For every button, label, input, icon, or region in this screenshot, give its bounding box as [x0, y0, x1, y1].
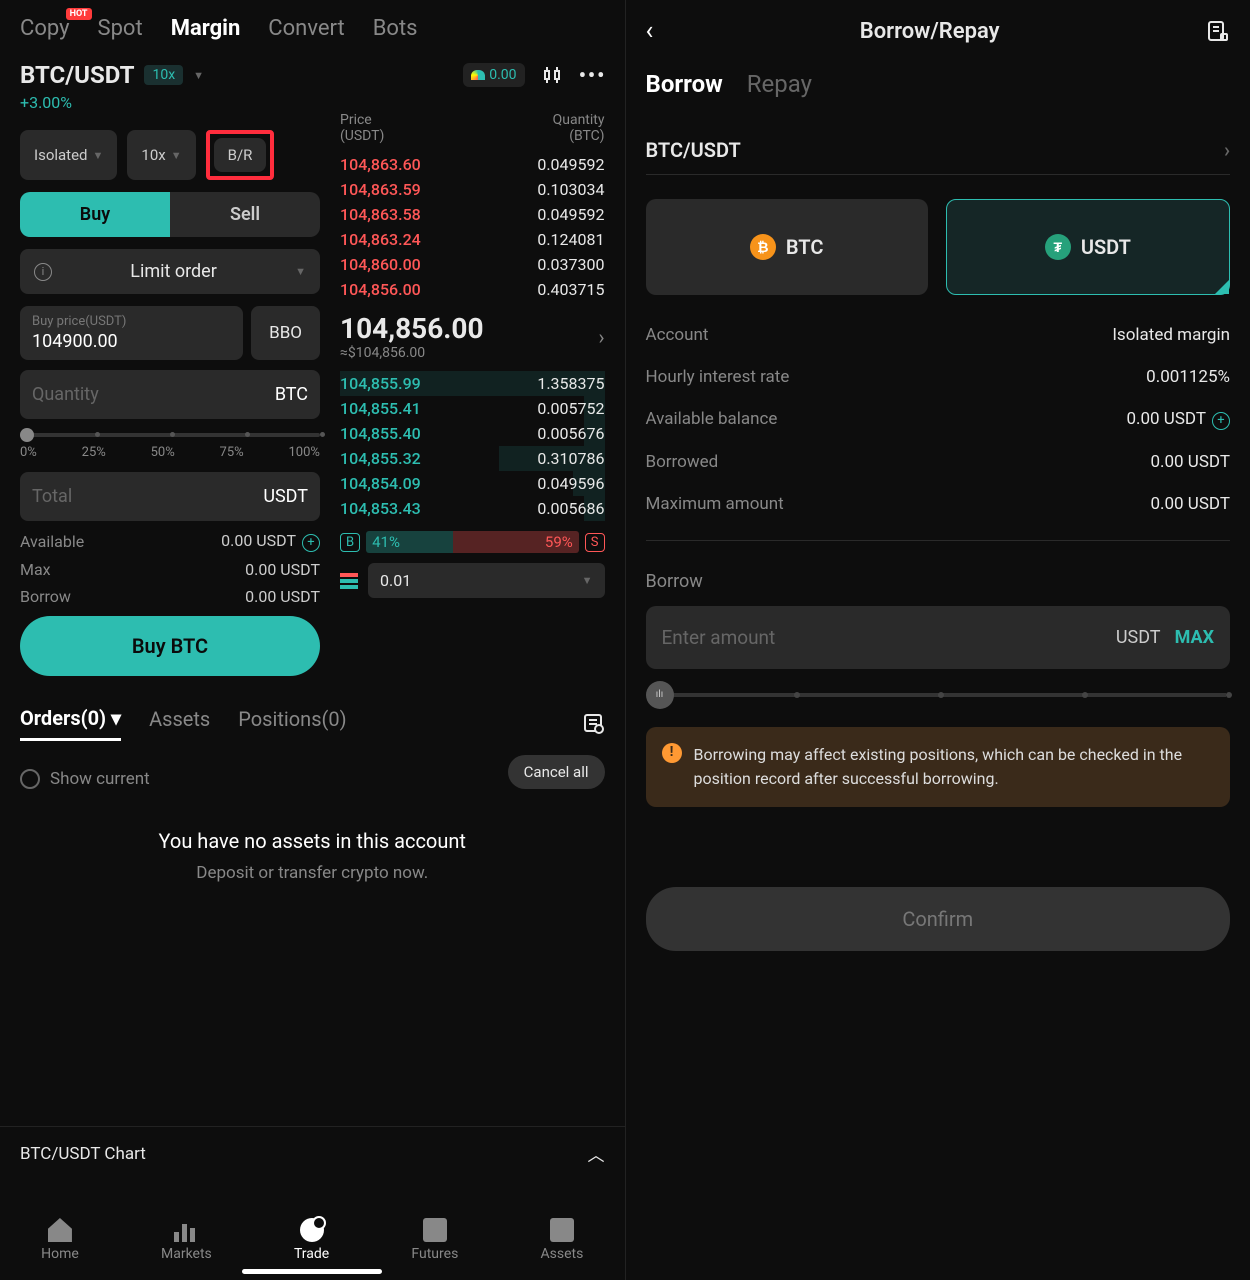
empty-state: You have no assets in this account Depos…: [20, 829, 605, 883]
positions-tab[interactable]: Positions(0): [238, 707, 346, 739]
nav-home[interactable]: Home: [41, 1218, 79, 1262]
amount-slider[interactable]: ılı: [650, 693, 1227, 697]
pair-name[interactable]: BTC/USDT: [20, 61, 134, 89]
pair-selector[interactable]: BTC/USDT ›: [646, 126, 1231, 175]
max-label: Max: [20, 560, 51, 579]
back-button[interactable]: ‹: [646, 16, 654, 46]
leverage-badge: 10x: [144, 65, 183, 85]
account-label: Account: [646, 325, 709, 345]
show-current-toggle[interactable]: Show current: [20, 769, 150, 789]
orderbook-ask-row[interactable]: 104,863.600.049592: [340, 152, 605, 177]
chevron-right-icon: ›: [1224, 138, 1230, 162]
hot-badge: HOT: [66, 8, 92, 20]
bbo-button[interactable]: BBO: [251, 306, 320, 360]
nav-assets[interactable]: Assets: [541, 1218, 584, 1262]
orderbook-bid-row[interactable]: 104,853.430.005686: [340, 496, 605, 521]
add-funds-icon[interactable]: +: [302, 534, 320, 552]
orderbook-bid-row[interactable]: 104,855.991.358375: [340, 371, 605, 396]
total-input[interactable]: Total USDT: [20, 472, 320, 521]
add-balance-icon[interactable]: +: [1212, 412, 1230, 430]
sell-tab[interactable]: Sell: [170, 192, 320, 237]
maximum-value: 0.00 USDT: [1150, 494, 1230, 514]
confirm-button[interactable]: Confirm: [646, 887, 1231, 951]
orderbook-layout-icon[interactable]: [340, 573, 358, 589]
precision-selector[interactable]: 0.01▼: [368, 563, 605, 598]
nav-spot[interactable]: Spot: [98, 16, 143, 41]
order-type-selector[interactable]: i Limit order ▼: [20, 249, 320, 294]
borrowed-value: 0.00 USDT: [1150, 452, 1230, 472]
price-input[interactable]: Buy price(USDT) 104900.00: [20, 306, 243, 360]
pair-change: +3.00%: [20, 93, 605, 112]
borrow-tab[interactable]: Borrow: [646, 70, 723, 98]
btc-asset-card[interactable]: ₿BTC: [646, 199, 928, 295]
available-label: Available: [20, 532, 84, 551]
orderbook-ask-row[interactable]: 104,863.580.049592: [340, 202, 605, 227]
available-balance-value: 0.00 USDT: [1126, 409, 1206, 429]
leverage-selector[interactable]: 10x ▼: [127, 130, 195, 180]
info-icon: i: [34, 263, 52, 281]
nav-bots[interactable]: Bots: [373, 16, 418, 41]
nav-markets[interactable]: Markets: [161, 1218, 212, 1262]
orderbook-ask-row[interactable]: 104,863.590.103034: [340, 177, 605, 202]
chevron-up-icon: ︿: [588, 1141, 605, 1166]
depth-bar: B 41% 59% S: [340, 531, 605, 553]
nav-trade[interactable]: Trade: [294, 1218, 329, 1262]
borrow-label: Borrow: [20, 587, 71, 606]
br-highlight: B/R: [206, 130, 275, 180]
slider-labels: 0%25%50%75%100%: [20, 445, 320, 460]
order-history-icon[interactable]: [581, 711, 605, 735]
records-icon[interactable]: [1206, 19, 1230, 43]
isolated-selector[interactable]: Isolated ▼: [20, 130, 117, 180]
home-indicator: [242, 1269, 382, 1274]
more-icon[interactable]: •••: [581, 63, 605, 87]
orderbook-ask-row[interactable]: 104,863.240.124081: [340, 227, 605, 252]
assets-tab[interactable]: Assets: [149, 707, 210, 739]
candlestick-icon[interactable]: [541, 63, 565, 87]
usdt-icon: ₮: [1045, 234, 1071, 260]
orderbook-bid-row[interactable]: 104,855.410.005752: [340, 396, 605, 421]
bottom-nav: Home Markets Trade Futures Assets: [0, 1208, 625, 1280]
orderbook-bid-row[interactable]: 104,854.090.049596: [340, 471, 605, 496]
warning-box: ! Borrowing may affect existing position…: [646, 727, 1231, 807]
orderbook-mid[interactable]: 104,856.00 ≈$104,856.00 ›: [340, 312, 605, 361]
orderbook-bid-row[interactable]: 104,855.320.310786: [340, 446, 605, 471]
orderbook-ask-row[interactable]: 104,860.000.037300: [340, 252, 605, 277]
amount-input[interactable]: Enter amount USDT MAX: [646, 606, 1231, 669]
orders-tab[interactable]: Orders(0) ▾: [20, 706, 121, 741]
borrowed-label: Borrowed: [646, 452, 719, 472]
btc-icon: ₿: [750, 234, 776, 260]
borrow-section-label: Borrow: [646, 571, 1231, 592]
available-balance-label: Available balance: [646, 409, 778, 429]
orderbook-ask-row[interactable]: 104,856.000.403715: [340, 277, 605, 302]
pair-dropdown-icon[interactable]: ▼: [193, 69, 204, 82]
risk-gauge[interactable]: 0.00: [463, 63, 524, 87]
repay-tab[interactable]: Repay: [747, 70, 812, 98]
rate-value: 0.001125%: [1146, 367, 1230, 387]
quantity-input[interactable]: Quantity BTC: [20, 370, 320, 419]
rate-label: Hourly interest rate: [646, 367, 790, 387]
page-title: Borrow/Repay: [860, 19, 1000, 44]
maximum-label: Maximum amount: [646, 494, 784, 514]
max-value: 0.00 USDT: [245, 560, 320, 579]
quantity-slider[interactable]: [20, 433, 320, 437]
borrow-value: 0.00 USDT: [245, 587, 320, 606]
orderbook-bid-row[interactable]: 104,855.400.005676: [340, 421, 605, 446]
borrow-repay-button[interactable]: B/R: [214, 138, 267, 172]
warning-icon: !: [662, 743, 682, 763]
available-value: 0.00 USDT: [221, 531, 296, 550]
nav-margin[interactable]: Margin: [171, 16, 241, 41]
chevron-right-icon: ›: [598, 325, 604, 349]
usdt-asset-card[interactable]: ₮USDT: [946, 199, 1230, 295]
account-value: Isolated margin: [1112, 325, 1230, 345]
chart-bar[interactable]: BTC/USDT Chart ︿: [0, 1126, 625, 1180]
nav-copy[interactable]: CopyHOT: [20, 16, 70, 41]
max-button[interactable]: MAX: [1175, 627, 1214, 648]
buy-btc-button[interactable]: Buy BTC: [20, 616, 320, 676]
cancel-all-button[interactable]: Cancel all: [508, 755, 605, 789]
buy-tab[interactable]: Buy: [20, 192, 170, 237]
nav-convert[interactable]: Convert: [268, 16, 344, 41]
orderbook: Price(USDT) Quantity(BTC) 104,863.600.04…: [340, 112, 605, 676]
nav-futures[interactable]: Futures: [411, 1218, 458, 1262]
top-nav: CopyHOT Spot Margin Convert Bots: [20, 16, 605, 41]
